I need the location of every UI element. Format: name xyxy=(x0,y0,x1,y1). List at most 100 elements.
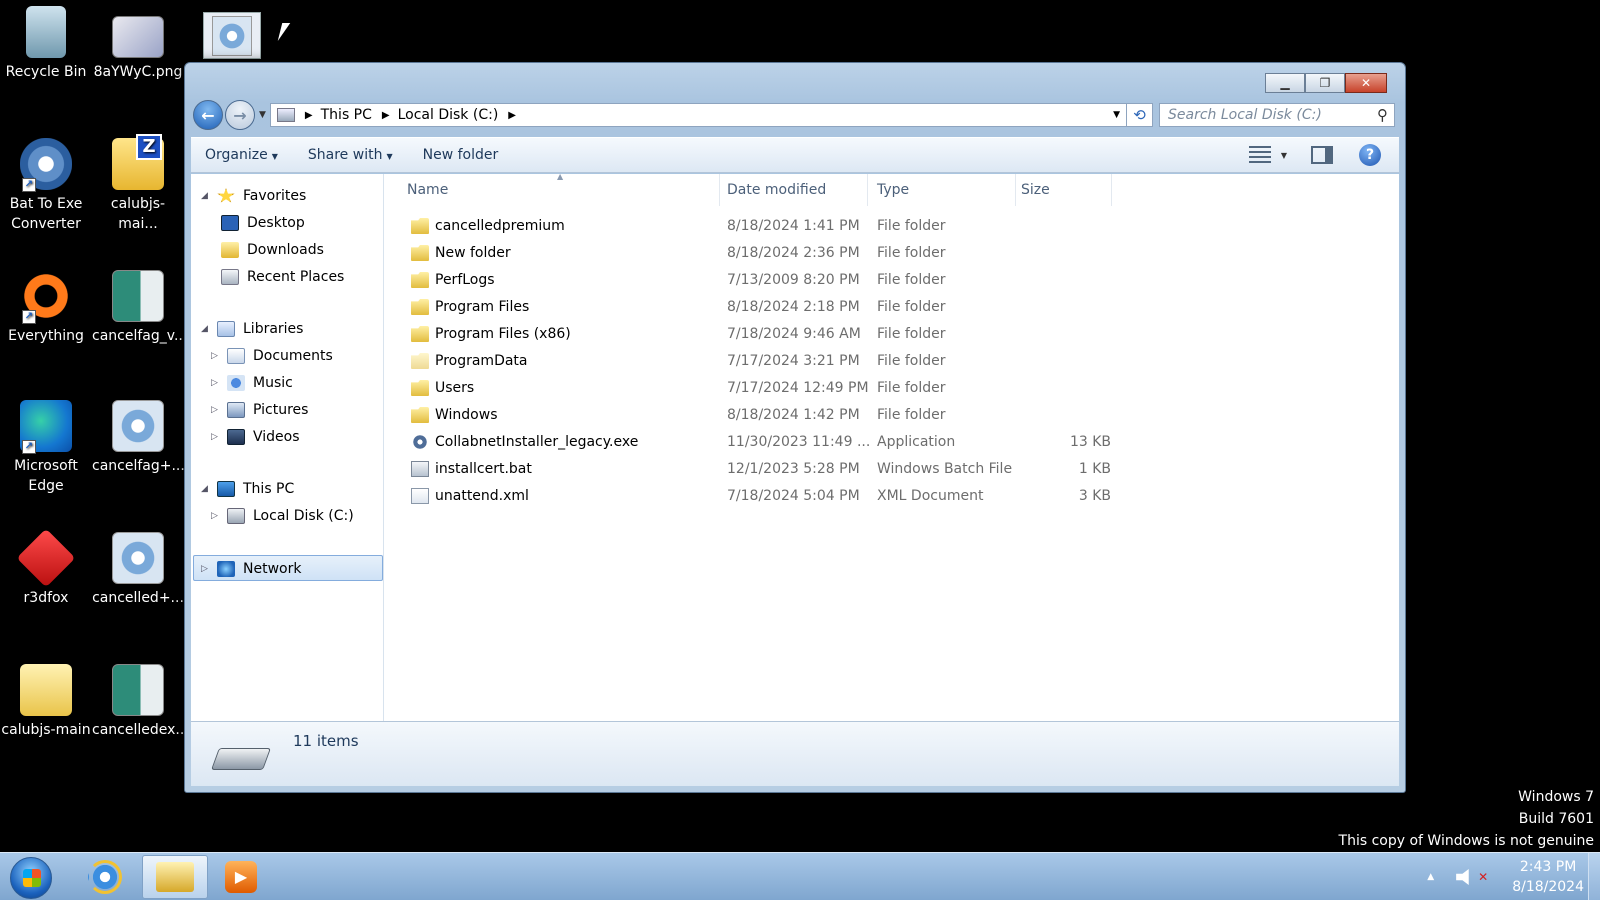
file-row[interactable]: unattend.xml 7/18/2024 5:04 PM XML Docum… xyxy=(385,484,1399,510)
expand-triangle-icon[interactable]: ▷ xyxy=(211,351,223,361)
recent-pages-dropdown[interactable]: ▼ xyxy=(259,110,266,120)
tree-pictures[interactable]: ▷ Pictures xyxy=(211,398,308,422)
change-view-icon[interactable] xyxy=(1248,146,1271,164)
back-button[interactable]: ← xyxy=(193,100,223,130)
file-size: 13 KB xyxy=(1069,434,1111,450)
show-desktop-button[interactable] xyxy=(1588,853,1600,900)
expand-triangle-icon[interactable]: ▷ xyxy=(201,564,213,574)
column-header-name[interactable]: Name xyxy=(407,174,448,206)
desktop-icon-recycle-bin[interactable]: Recycle Bin xyxy=(0,6,92,82)
desktop-icon-label: r3dfox xyxy=(23,590,69,606)
tree-favorites[interactable]: ◢ Favorites xyxy=(201,184,306,208)
minimize-button[interactable]: ▁ xyxy=(1265,73,1305,93)
new-folder-button[interactable]: New folder xyxy=(423,147,499,163)
file-row[interactable]: CollabnetInstaller_legacy.exe 11/30/2023… xyxy=(385,430,1399,456)
explorer-window[interactable]: ▁ ❐ ✕ ← → ▼ ▶ This PC ▶ Local Disk (C:) … xyxy=(184,62,1406,793)
collapse-triangle-icon[interactable]: ◢ xyxy=(201,324,213,334)
share-with-menu-button[interactable]: Share with ▼ xyxy=(308,147,393,163)
tree-network[interactable]: ▷ Network xyxy=(201,557,301,581)
clock[interactable]: 2:43 PM 8/18/2024 xyxy=(1512,857,1584,897)
desktop-icon-cancelledex[interactable]: cancelledex... xyxy=(92,664,189,740)
file-row[interactable]: Program Files (x86) 7/18/2024 9:46 AM Fi… xyxy=(385,322,1399,348)
taskbar-internet-explorer[interactable] xyxy=(72,855,138,899)
tree-desktop[interactable]: Desktop xyxy=(217,211,305,235)
search-icon[interactable]: ⚲ xyxy=(1377,106,1388,124)
desktop-icon-cancelfag-v[interactable]: cancelfag_v... xyxy=(92,270,187,346)
tree-local-disk[interactable]: ▷ Local Disk (C:) xyxy=(211,504,354,528)
column-header-date-modified[interactable]: Date modified xyxy=(727,174,826,206)
file-size: 1 KB xyxy=(1078,461,1111,477)
close-button[interactable]: ✕ xyxy=(1345,73,1387,93)
column-header-type[interactable]: Type xyxy=(877,174,909,206)
start-button[interactable] xyxy=(10,857,52,899)
preview-pane-icon[interactable] xyxy=(1311,146,1333,164)
volume-icon[interactable] xyxy=(1456,869,1469,885)
desktop-icon-calubjs-zip[interactable]: calubjs-mai... xyxy=(92,134,184,234)
taskbar-media-player[interactable] xyxy=(208,855,274,899)
desktop-icon-cancelled-plus[interactable]: cancelled+... xyxy=(92,532,184,608)
breadcrumb-chevron-icon[interactable]: ▶ xyxy=(305,110,313,121)
watermark-os: Windows 7 xyxy=(1518,789,1594,805)
show-hidden-icons-icon[interactable]: ▲ xyxy=(1427,872,1434,882)
column-divider[interactable] xyxy=(867,174,868,206)
organize-menu-button[interactable]: Organize ▼ xyxy=(205,147,278,163)
column-header-size[interactable]: Size xyxy=(1021,174,1050,206)
file-name: New folder xyxy=(435,245,511,261)
navigation-bar: ← → ▼ ▶ This PC ▶ Local Disk (C:) ▶ ▼ ⟲ … xyxy=(193,99,1395,131)
search-input[interactable]: Search Local Disk (C:) ⚲ xyxy=(1159,103,1395,127)
column-divider[interactable] xyxy=(719,174,720,206)
tree-videos[interactable]: ▷ Videos xyxy=(211,425,300,449)
help-icon[interactable]: ? xyxy=(1359,144,1381,166)
expand-triangle-icon[interactable]: ▷ xyxy=(211,378,223,388)
hard-drive-icon xyxy=(227,508,245,524)
tree-this-pc[interactable]: ◢ This PC xyxy=(201,477,294,501)
desktop-icon-label: cancelled+... xyxy=(92,590,184,606)
file-name: installcert.bat xyxy=(435,461,532,477)
file-row[interactable]: Users 7/17/2024 12:49 PM File folder xyxy=(385,376,1399,402)
search-placeholder: Search Local Disk (C:) xyxy=(1168,107,1322,123)
desktop-icon-r3dfox[interactable]: r3dfox xyxy=(0,528,92,608)
address-history-dropdown-icon[interactable]: ▼ xyxy=(1113,110,1120,120)
column-divider[interactable] xyxy=(1015,174,1016,206)
file-row[interactable]: PerfLogs 7/13/2009 8:20 PM File folder xyxy=(385,268,1399,294)
tree-downloads[interactable]: Downloads xyxy=(217,238,324,262)
file-row[interactable]: cancelledpremium 8/18/2024 1:41 PM File … xyxy=(385,214,1399,240)
expand-triangle-icon[interactable]: ▷ xyxy=(211,511,223,521)
refresh-button[interactable]: ⟲ xyxy=(1127,103,1153,127)
collapse-triangle-icon[interactable]: ◢ xyxy=(201,484,213,494)
refresh-icon: ⟲ xyxy=(1133,106,1146,124)
view-options-dropdown-icon[interactable]: ▼ xyxy=(1281,151,1287,160)
tree-libraries[interactable]: ◢ Libraries xyxy=(201,317,303,341)
tree-recent-places[interactable]: Recent Places xyxy=(217,265,344,289)
taskbar-file-explorer[interactable] xyxy=(142,855,208,899)
breadcrumb-this-pc[interactable]: This PC xyxy=(321,107,372,123)
expand-triangle-icon[interactable]: ▷ xyxy=(211,432,223,442)
desktop-icon-png[interactable]: 8aYWyC.png xyxy=(92,16,184,82)
file-date: 12/1/2023 5:28 PM xyxy=(727,461,860,477)
column-divider[interactable] xyxy=(1111,174,1112,206)
desktop-icon-bat-to-exe[interactable]: ↗ Bat To Exe Converter xyxy=(0,138,92,234)
file-row[interactable]: ProgramData 7/17/2024 3:21 PM File folde… xyxy=(385,349,1399,375)
maximize-icon: ❐ xyxy=(1319,76,1331,90)
dragged-gear-icon-thumbnail[interactable] xyxy=(203,12,261,59)
desktop-icon-edge[interactable]: ↗ Microsoft Edge xyxy=(0,400,92,496)
maximize-button[interactable]: ❐ xyxy=(1305,73,1345,93)
breadcrumb-chevron-icon[interactable]: ▶ xyxy=(508,110,516,121)
file-row[interactable]: New folder 8/18/2024 2:36 PM File folder xyxy=(385,241,1399,267)
collapse-triangle-icon[interactable]: ◢ xyxy=(201,191,213,201)
file-name: PerfLogs xyxy=(435,272,495,288)
expand-triangle-icon[interactable]: ▷ xyxy=(211,405,223,415)
file-row[interactable]: Windows 8/18/2024 1:42 PM File folder xyxy=(385,403,1399,429)
tree-documents[interactable]: ▷ Documents xyxy=(211,344,333,368)
file-row[interactable]: Program Files 8/18/2024 2:18 PM File fol… xyxy=(385,295,1399,321)
address-bar[interactable]: ▶ This PC ▶ Local Disk (C:) ▶ ▼ xyxy=(269,103,1127,127)
desktop-icon-cancelfag-plus[interactable]: cancelfag+... xyxy=(92,400,185,476)
breadcrumb-local-disk[interactable]: Local Disk (C:) xyxy=(398,107,499,123)
libraries-icon xyxy=(217,321,235,337)
file-row[interactable]: installcert.bat 12/1/2023 5:28 PM Window… xyxy=(385,457,1399,483)
forward-button[interactable]: → xyxy=(225,100,255,130)
tree-music[interactable]: ▷ Music xyxy=(211,371,293,395)
breadcrumb-chevron-icon[interactable]: ▶ xyxy=(382,110,390,121)
desktop-icon-everything[interactable]: ↗ Everything xyxy=(0,270,92,346)
desktop-icon-calubjs-main[interactable]: calubjs-main xyxy=(0,664,92,740)
